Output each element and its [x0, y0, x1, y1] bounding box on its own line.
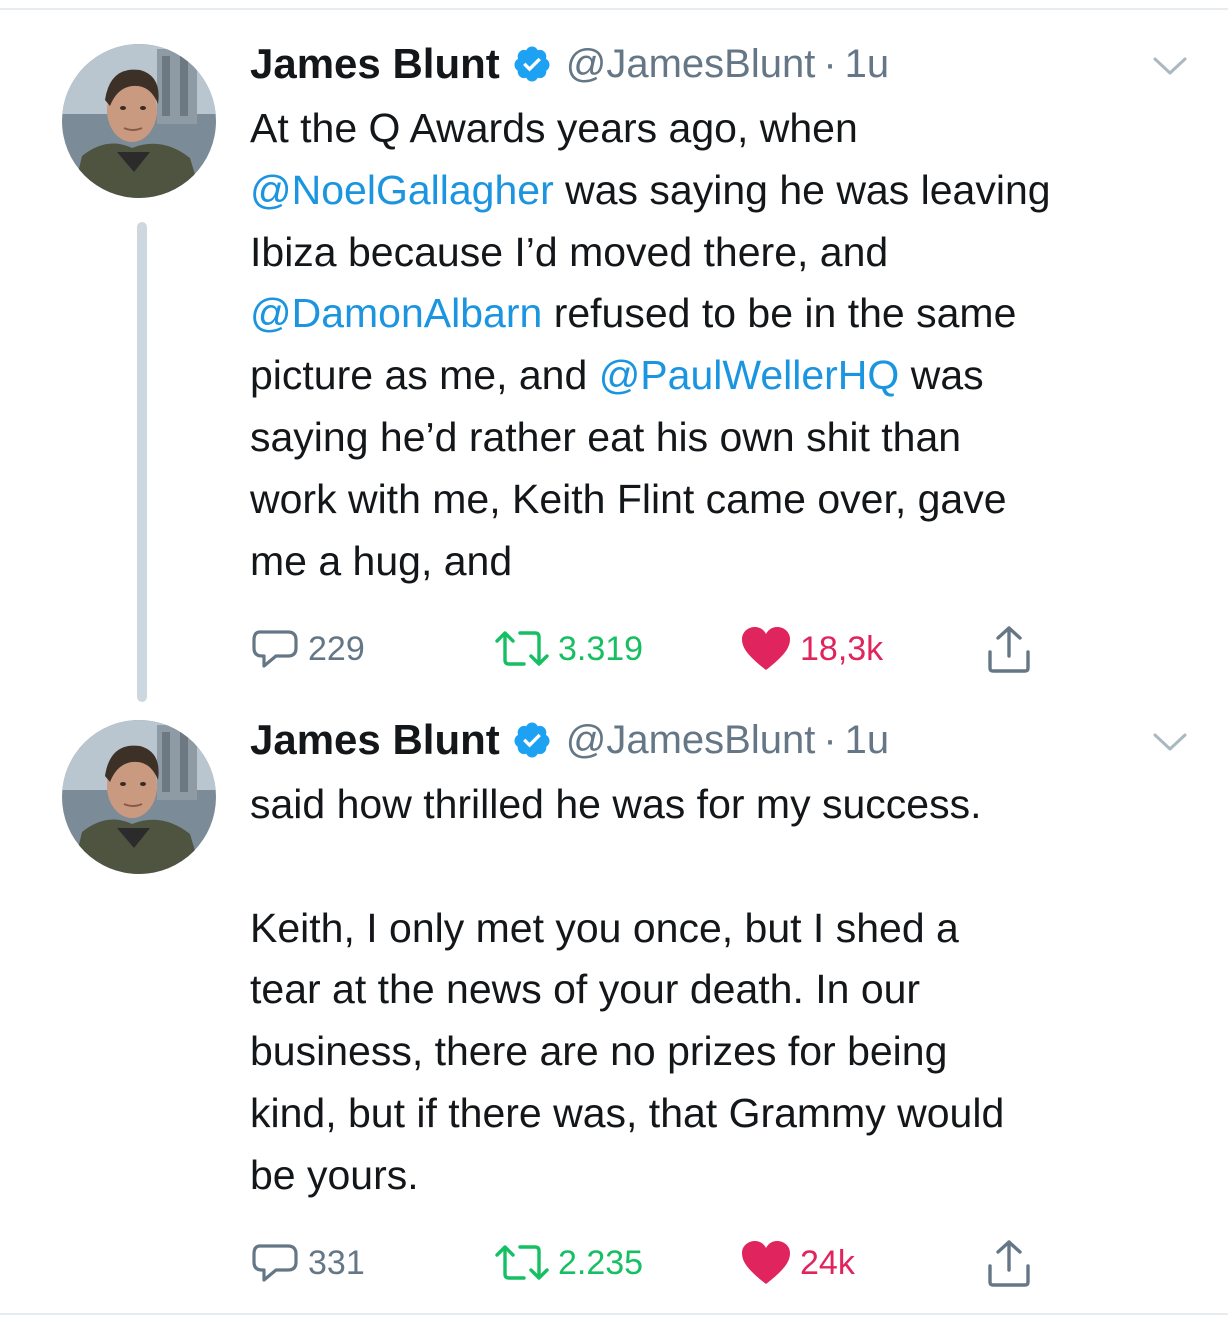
retweet-count: 2.235 — [558, 1243, 644, 1282]
mention-link[interactable]: @PaulWellerHQ — [599, 352, 900, 398]
separator-dot: · — [823, 717, 837, 762]
author-handle[interactable]: @JamesBlunt — [566, 42, 816, 87]
tweet-text-segment: me a hug, and — [250, 537, 513, 584]
reply-button[interactable]: 229 — [250, 624, 365, 674]
tweet-text-segment: was — [899, 352, 984, 399]
reply-icon — [252, 1244, 298, 1282]
tweet-text-segment: be yours. — [250, 1151, 419, 1198]
tweet-text-line: Keith, I only met you once, but I shed a — [250, 898, 1210, 960]
retweet-count: 3.319 — [558, 629, 644, 668]
tweet-text-line: be yours. — [250, 1145, 1210, 1207]
mention-link[interactable]: @DamonAlbarn — [250, 290, 542, 336]
tweet-text-line: said how thrilled he was for my success. — [250, 774, 1210, 836]
avatar[interactable] — [62, 720, 216, 874]
mention-link[interactable]: @NoelGallagher — [250, 167, 554, 213]
tweet-header: James Blunt @JamesBlunt · 1u — [250, 34, 889, 94]
chevron-down-icon[interactable] — [1152, 54, 1188, 78]
share-button[interactable] — [984, 624, 1034, 674]
tweet-text-line: @NoelGallagher was saying he was leaving — [250, 160, 1210, 222]
tweet-text: At the Q Awards years ago, when @NoelGall… — [250, 98, 1210, 592]
tweet-header: James Blunt @JamesBlunt · 1u — [250, 710, 889, 770]
like-count: 18,3k — [800, 629, 884, 668]
tweet-text-segment: work with me, Keith Flint came over, gav… — [250, 475, 1007, 522]
timestamp[interactable]: 1u — [845, 42, 890, 87]
tweet-text-line: tear at the news of your death. In our — [250, 959, 1210, 1021]
bottom-divider — [0, 1313, 1228, 1315]
chevron-down-icon[interactable] — [1152, 730, 1188, 754]
tweet-text-line: work with me, Keith Flint came over, gav… — [250, 469, 1210, 531]
retweet-icon — [495, 1245, 549, 1280]
like-count: 24k — [800, 1243, 855, 1282]
verified-badge-icon — [512, 44, 552, 84]
tweet-text-line: picture as me, and @PaulWellerHQ was — [250, 345, 1210, 407]
tweet-text-segment: refused to be in the same — [542, 290, 1017, 337]
tweet-text: said how thrilled he was for my success.… — [250, 774, 1210, 1207]
tweet-text-line: At the Q Awards years ago, when — [250, 98, 1210, 160]
retweet-button[interactable]: 2.235 — [494, 1238, 643, 1288]
tweet-text-segment: said how thrilled he was for my success. — [250, 781, 982, 827]
tweet-text-segment: business, there are no prizes for being — [250, 1028, 948, 1075]
tweet-text-segment: Keith, I only met you once, but I shed a — [250, 904, 959, 951]
tweet-text-line: business, there are no prizes for being — [250, 1021, 1210, 1083]
tweet-text-line: @DamonAlbarn refused to be in the same — [250, 283, 1210, 345]
author-name[interactable]: James Blunt — [250, 716, 500, 764]
heart-icon — [742, 1241, 790, 1284]
top-divider — [0, 8, 1228, 10]
tweet-text-line: kind, but if there was, that Grammy woul… — [250, 1083, 1210, 1145]
reply-count: 331 — [308, 1243, 365, 1282]
heart-icon — [742, 627, 790, 670]
tweet-text-segment: Ibiza because I’d moved there, and — [250, 228, 889, 275]
retweet-icon — [495, 631, 549, 666]
share-icon — [988, 626, 1030, 673]
avatar[interactable] — [62, 44, 216, 198]
separator-dot: · — [823, 41, 837, 86]
reply-button[interactable]: 331 — [250, 1238, 365, 1288]
like-button[interactable]: 24k — [740, 1238, 855, 1288]
share-icon — [988, 1240, 1030, 1287]
tweet-text-line: me a hug, and — [250, 531, 1210, 593]
tweet-text-segment: tear at the news of your death. In our — [250, 966, 921, 1013]
author-name[interactable]: James Blunt — [250, 40, 500, 88]
tweet-text-segment: was saying he was leaving — [553, 166, 1051, 213]
author-handle[interactable]: @JamesBlunt — [566, 718, 816, 763]
like-button[interactable]: 18,3k — [740, 624, 883, 674]
share-button[interactable] — [984, 1238, 1034, 1288]
verified-badge-icon — [512, 720, 552, 760]
reply-icon — [252, 630, 298, 668]
thread-connector — [137, 222, 147, 702]
timestamp[interactable]: 1u — [845, 718, 890, 763]
tweet-text-line: Ibiza because I’d moved there, and — [250, 222, 1210, 284]
reply-count: 229 — [308, 629, 365, 668]
tweet-text-line: saying he’d rather eat his own shit than — [250, 407, 1210, 469]
tweet-text-segment: kind, but if there was, that Grammy woul… — [250, 1089, 1005, 1136]
tweet-text-line — [250, 836, 1210, 898]
tweet-text-segment: picture as me, and — [250, 352, 599, 399]
tweet-text-segment: At the Q Awards years ago, when — [250, 105, 858, 151]
tweet-text-segment: saying he’d rather eat his own shit than — [250, 413, 962, 460]
retweet-button[interactable]: 3.319 — [494, 624, 643, 674]
